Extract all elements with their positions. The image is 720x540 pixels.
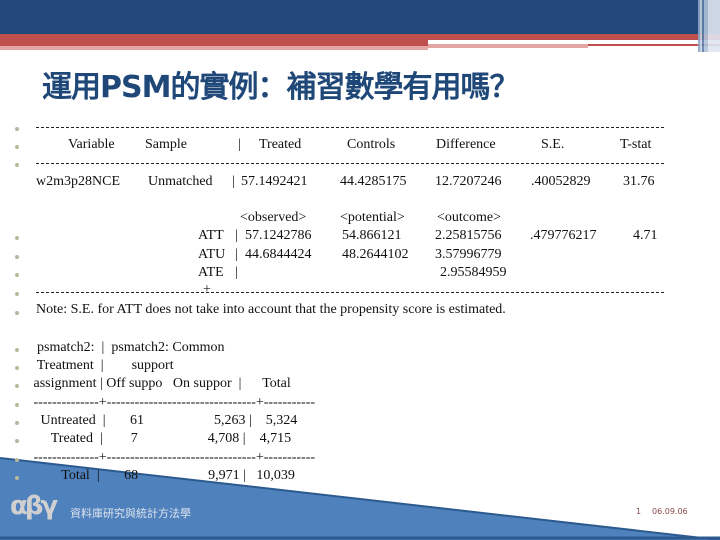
- bullet: [15, 348, 19, 352]
- bullet: [15, 403, 19, 407]
- row-treated: 57.1492421: [241, 174, 308, 189]
- bullet: [15, 163, 19, 167]
- support-table-line: --------------+-------------------------…: [30, 450, 316, 465]
- support-table-line: --------------+-------------------------…: [30, 395, 316, 410]
- effect-se: .479776217: [530, 228, 597, 243]
- effect-label: ATU: [198, 247, 226, 262]
- footer-org: 資料庫研究與統計方法學: [70, 507, 191, 520]
- effect-sep: |: [235, 247, 238, 262]
- bullet: [15, 145, 19, 149]
- effect-sep: |: [235, 228, 238, 243]
- effects-header-potential: <potential>: [340, 210, 405, 225]
- effect-label: ATT: [198, 228, 224, 243]
- note-text: Note: S.E. for ATT does not take into ac…: [36, 302, 506, 317]
- row-controls: 44.4285175: [340, 174, 407, 189]
- support-table-line: Total | 68 9,971 | 10,039: [30, 468, 295, 483]
- bullet: [15, 273, 19, 277]
- support-table-line: Untreated | 61 5,263 | 5,324: [30, 413, 298, 428]
- row-variable: w2m3p28NCE: [36, 174, 120, 189]
- bullet: [15, 127, 19, 131]
- header-treated: Treated: [259, 137, 302, 152]
- table-rule-mid: [36, 163, 664, 164]
- effect-tstat: 4.71: [633, 228, 658, 243]
- effect-observed: 44.6844424: [245, 247, 312, 262]
- rule-cross: +: [203, 282, 211, 297]
- bullet: [15, 292, 19, 296]
- effect-observed: 57.1242786: [245, 228, 312, 243]
- page-number: 1: [636, 507, 642, 516]
- header-sep: |: [238, 137, 241, 152]
- effect-outcome: 2.25815756: [435, 228, 502, 243]
- header-tstat: T-stat: [620, 137, 652, 152]
- header-difference: Difference: [436, 137, 496, 152]
- row-se: .40052829: [531, 174, 591, 189]
- bullet: [15, 421, 19, 425]
- support-table-line: Treatment | support: [30, 358, 174, 373]
- bullet: [15, 255, 19, 259]
- bullet: [15, 458, 19, 462]
- support-table-line: Treated | 7 4,708 | 4,715: [30, 431, 292, 446]
- header-sample: Sample: [145, 137, 187, 152]
- effect-outcome: 2.95584959: [440, 265, 507, 280]
- effect-label: ATE: [198, 265, 224, 280]
- support-table-line: psmatch2: | psmatch2: Common: [30, 340, 225, 355]
- row-sep: |: [232, 174, 235, 189]
- header-variable: Variable: [68, 137, 115, 152]
- bullet: [15, 236, 19, 240]
- effect-sep: |: [235, 265, 238, 280]
- effects-header-outcome: <outcome>: [437, 210, 501, 225]
- footer-date: 06.09.06: [652, 507, 688, 516]
- effects-header-observed: <observed>: [240, 210, 307, 225]
- bullet: [15, 476, 19, 480]
- row-tstat: 31.76: [623, 174, 655, 189]
- bullet: [15, 366, 19, 370]
- effects-bottom-rule: [36, 292, 664, 293]
- effect-outcome: 3.57996779: [435, 247, 502, 262]
- header-se: S.E.: [541, 137, 565, 152]
- row-sample: Unmatched: [148, 174, 213, 189]
- effect-potential: 54.866121: [342, 228, 402, 243]
- support-table-line: assignment | Off suppo On suppor | Total: [30, 376, 291, 391]
- bullet: [15, 439, 19, 443]
- effect-potential: 48.2644102: [342, 247, 409, 262]
- bullet: [15, 311, 19, 315]
- header-controls: Controls: [347, 137, 396, 152]
- bullet: [15, 384, 19, 388]
- logo: αβγ: [10, 491, 58, 521]
- row-difference: 12.7207246: [435, 174, 502, 189]
- table-rule-top: [36, 127, 664, 128]
- slide-title: 運用PSM的實例：補習數學有用嗎？: [42, 70, 519, 105]
